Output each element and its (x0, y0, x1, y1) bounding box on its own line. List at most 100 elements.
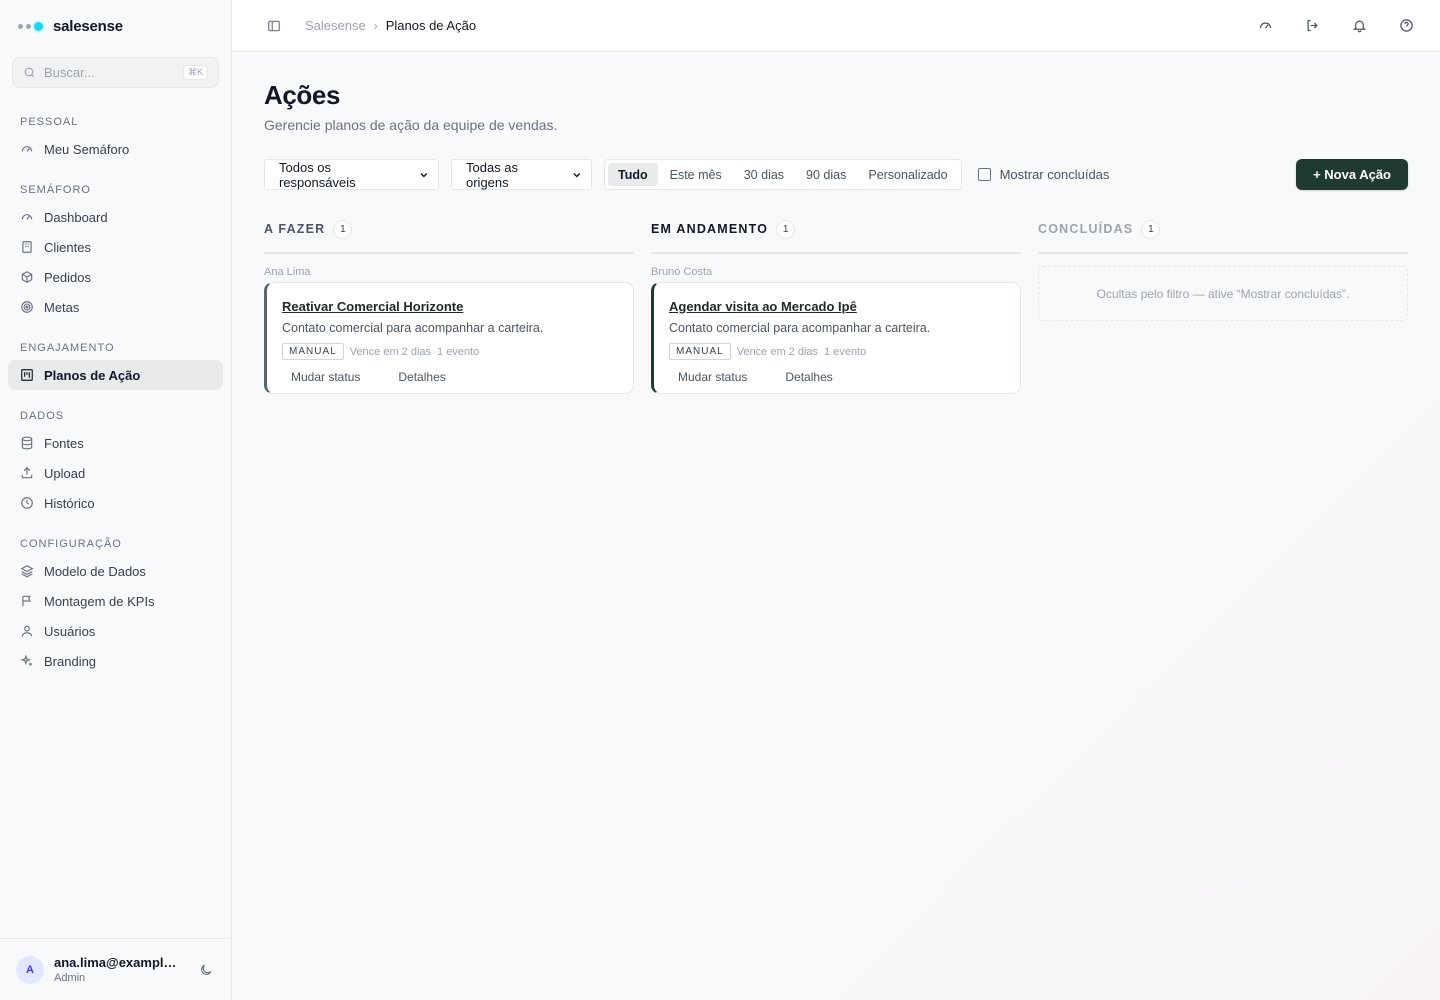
sidebar-item-historico[interactable]: Histórico (8, 488, 223, 518)
brand-logo-icon (18, 21, 43, 31)
action-card[interactable]: Reativar Comercial Horizonte Contato com… (264, 282, 634, 394)
help-button[interactable] (1397, 16, 1416, 35)
search-icon (24, 67, 35, 78)
due-text: Vence em 2 dias (349, 345, 432, 358)
owner-select-value: Todos os responsáveis (279, 159, 356, 190)
kanban-icon (21, 369, 33, 381)
sidebar-item-clientes[interactable]: Clientes (8, 232, 223, 262)
sidebar-item-modelo-de-dados[interactable]: Modelo de Dados (8, 556, 223, 586)
chevron-down-icon (420, 172, 428, 178)
events-count: 1 evento (437, 345, 480, 358)
owner-label: Bruno Costa (651, 266, 713, 278)
owner-select[interactable]: Todos os responsáveis (264, 159, 439, 190)
brand[interactable]: salesense (0, 0, 231, 52)
clock-icon (21, 497, 33, 509)
action-card-meta: MANUAL Vence em 2 dias 1 evento (669, 343, 1004, 360)
period-option-90-dias[interactable]: 90 dias (796, 163, 856, 186)
sidebar-item-usuarios[interactable]: Usuários (8, 616, 223, 646)
column-header: EM ANDAMENTO 1 (651, 216, 1021, 254)
sidebar-item-upload[interactable]: Upload (8, 458, 223, 488)
semaforo-button[interactable] (1256, 16, 1275, 35)
change-status-button[interactable]: Mudar status (669, 366, 756, 388)
sparkles-icon (20, 654, 32, 666)
action-card-description: Contato comercial para acompanhar a cart… (669, 321, 931, 335)
moon-icon (200, 964, 211, 975)
breadcrumb-current: Planos de Ação (385, 18, 477, 33)
sidebar-item-label: Usuários (44, 623, 96, 639)
period-option-este-mes[interactable]: Este mês (660, 163, 732, 186)
new-action-button[interactable]: + Nova Ação (1296, 159, 1408, 190)
notifications-button[interactable] (1350, 16, 1369, 35)
top-actions (1256, 16, 1416, 35)
show-done-checkbox[interactable] (977, 168, 991, 181)
sidebar-item-planos-de-acao[interactable]: Planos de Ação (8, 360, 223, 390)
user-email: ana.lima@example.com (54, 955, 182, 970)
change-status-button[interactable]: Mudar status (282, 366, 369, 388)
column-count-badge: 1 (333, 219, 353, 239)
period-option-tudo[interactable]: Tudo (608, 163, 658, 186)
show-done-label: Mostrar concluídas (999, 167, 1110, 182)
logout-button[interactable] (1303, 16, 1322, 35)
action-card-description: Contato comercial para acompanhar a cart… (282, 321, 544, 335)
section-title-pessoal: PESSOAL (20, 116, 79, 128)
sidebar-item-montagem-de-kpis[interactable]: Montagem de KPIs (8, 586, 223, 616)
bell-icon (1352, 20, 1367, 33)
details-button[interactable]: Detalhes (776, 366, 841, 388)
user-panel: A ana.lima@example.com Admin (0, 938, 231, 1000)
origin-select[interactable]: Todas as origens (451, 159, 592, 190)
database-icon (21, 436, 33, 450)
search-input[interactable] (44, 65, 175, 80)
action-card-meta: MANUAL Vence em 2 dias 1 evento (282, 343, 617, 360)
sidebar-toggle-button[interactable] (264, 16, 283, 35)
sidebar-item-metas[interactable]: Metas (8, 292, 223, 322)
user-info: ana.lima@example.com Admin (54, 955, 186, 984)
action-card[interactable]: Agendar visita ao Mercado Ipê Contato co… (651, 282, 1021, 394)
chevron-down-icon (573, 172, 581, 177)
page-content: Ações Gerencie planos de ação da equipe … (232, 52, 1440, 394)
breadcrumb-root[interactable]: Salesense (305, 18, 366, 33)
column-title: A FAZER (264, 222, 326, 236)
column-count-badge: 1 (776, 219, 796, 239)
sidebar-item-label: Upload (44, 465, 86, 481)
period-option-personalizado[interactable]: Personalizado (858, 163, 957, 186)
search-box[interactable]: ⌘K (12, 57, 219, 88)
sidebar-panel-icon (267, 20, 280, 31)
gauge-icon (21, 214, 33, 220)
user-role: Admin (54, 972, 86, 984)
sidebar-item-label: Fontes (44, 435, 84, 451)
sidebar-item-label: Dashboard (44, 209, 108, 225)
sidebar-item-pedidos[interactable]: Pedidos (8, 262, 223, 292)
period-option-30-dias[interactable]: 30 dias (734, 163, 794, 186)
topbar: Salesense › Planos de Ação (232, 0, 1440, 52)
gauge-icon (21, 146, 33, 152)
show-done-toggle[interactable]: Mostrar concluídas (977, 167, 1110, 182)
gauge-icon (1259, 22, 1272, 29)
details-button[interactable]: Detalhes (389, 366, 454, 388)
sidebar-item-meu-semaforo[interactable]: Meu Semáforo (8, 134, 223, 164)
action-card-title[interactable]: Agendar visita ao Mercado Ipê (669, 299, 1004, 314)
column-title: EM ANDAMENTO (651, 222, 769, 236)
brand-name: salesense (53, 17, 123, 35)
page-title: Ações (264, 80, 341, 110)
sidebar-item-fontes[interactable]: Fontes (8, 428, 223, 458)
user-icon (21, 625, 33, 637)
kanban-board: A FAZER 1 Ana Lima Reativar Comercial Ho… (264, 216, 1408, 394)
sidebar-item-label: Histórico (44, 495, 95, 511)
search-shortcut: ⌘K (182, 65, 208, 80)
avatar[interactable]: A (16, 955, 44, 984)
building-icon (22, 241, 32, 253)
flag-icon (22, 595, 31, 607)
sidebar-item-dashboard[interactable]: Dashboard (8, 202, 223, 232)
section-title-engajamento: ENGAJAMENTO (20, 342, 115, 354)
action-card-title[interactable]: Reativar Comercial Horizonte (282, 299, 617, 314)
upload-icon (21, 466, 33, 479)
due-text: Vence em 2 dias (736, 345, 819, 358)
events-count: 1 evento (824, 345, 867, 358)
theme-toggle-button[interactable] (196, 960, 215, 979)
source-tag: MANUAL (282, 343, 344, 360)
chevron-right-icon: › (373, 18, 378, 33)
sidebar-item-label: Branding (44, 653, 97, 669)
sidebar-item-label: Pedidos (44, 269, 91, 285)
layers-icon (20, 565, 34, 578)
sidebar-item-branding[interactable]: Branding (8, 646, 223, 676)
